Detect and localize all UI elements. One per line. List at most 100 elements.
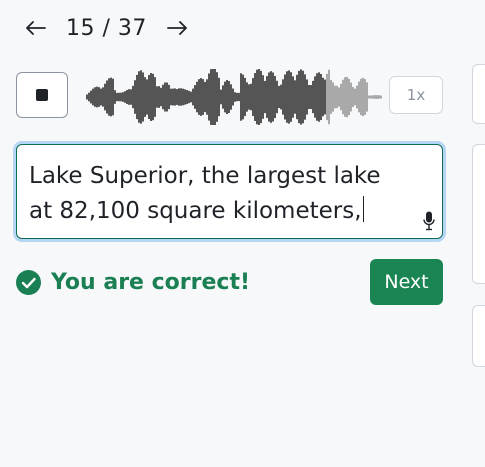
waveform-bar bbox=[284, 74, 286, 120]
waveform-bar bbox=[214, 69, 216, 125]
waveform-bar bbox=[264, 80, 266, 114]
text-caret bbox=[362, 196, 365, 222]
side-panel-card bbox=[472, 144, 485, 284]
waveform-bar bbox=[342, 79, 344, 115]
waveform-bar bbox=[260, 70, 262, 124]
waveform-bar bbox=[228, 81, 230, 113]
waveform-bar bbox=[106, 80, 108, 114]
playback-speed-button[interactable]: 1x bbox=[389, 76, 443, 114]
waveform-bar bbox=[380, 95, 382, 99]
waveform-bar bbox=[240, 73, 242, 121]
waveform-bar bbox=[336, 85, 338, 109]
waveform-bar bbox=[332, 82, 334, 112]
waveform-bar bbox=[182, 88, 184, 106]
waveform-bar bbox=[202, 79, 204, 115]
waveform-bar bbox=[352, 86, 354, 108]
waveform-bar bbox=[194, 85, 196, 109]
waveform-bar bbox=[266, 76, 268, 118]
waveform-bar bbox=[258, 69, 260, 125]
waveform-bar bbox=[302, 70, 304, 124]
waveform-bar bbox=[210, 69, 212, 125]
side-panel-card bbox=[472, 64, 485, 124]
waveform-bar bbox=[98, 87, 100, 107]
waveform-bar bbox=[96, 86, 98, 108]
waveform-bar bbox=[346, 76, 348, 118]
waveform-bar bbox=[92, 88, 94, 106]
waveform-bar bbox=[212, 69, 214, 125]
waveform-bar bbox=[370, 95, 372, 99]
waveform-bar bbox=[238, 92, 240, 102]
waveform-bar bbox=[126, 90, 128, 104]
waveform-bar bbox=[356, 85, 358, 109]
waveform-bar bbox=[204, 81, 206, 113]
waveform-bar bbox=[100, 88, 102, 106]
waveform-bar bbox=[128, 89, 130, 105]
waveform-bar bbox=[234, 92, 236, 102]
waveform-bar bbox=[262, 75, 264, 119]
waveform-bar bbox=[156, 86, 158, 108]
waveform-bar bbox=[358, 81, 360, 113]
result-feedback: You are correct! bbox=[16, 270, 250, 295]
waveform-bar bbox=[338, 87, 340, 107]
waveform-bar bbox=[226, 79, 228, 115]
answer-input[interactable]: Lake Superior, the largest lake at 82,10… bbox=[16, 144, 443, 239]
item-counter: 15 / 37 bbox=[66, 15, 147, 41]
waveform-bar bbox=[206, 79, 208, 115]
waveform-bar bbox=[200, 78, 202, 116]
waveform-bar bbox=[168, 84, 170, 110]
waveform-bar bbox=[86, 94, 88, 100]
waveform-bar bbox=[192, 88, 194, 106]
waveform-bar bbox=[94, 87, 96, 107]
waveform-bar bbox=[296, 74, 298, 120]
waveform-bar bbox=[290, 72, 292, 122]
microphone-icon[interactable] bbox=[423, 207, 435, 231]
waveform-bar bbox=[350, 82, 352, 112]
waveform-bar bbox=[250, 83, 252, 111]
waveform-bar bbox=[160, 87, 162, 107]
waveform-bar bbox=[116, 92, 118, 102]
waveform-bar bbox=[306, 79, 308, 115]
waveform-bar bbox=[208, 73, 210, 121]
stop-button[interactable] bbox=[16, 72, 68, 118]
waveform-bar bbox=[298, 70, 300, 124]
waveform-bar bbox=[196, 81, 198, 113]
waveform-bar bbox=[184, 89, 186, 105]
waveform-bar bbox=[112, 78, 114, 116]
waveform-bar bbox=[154, 77, 156, 117]
waveform-bar bbox=[344, 77, 346, 117]
waveform-bar bbox=[376, 95, 378, 99]
waveform-bar bbox=[232, 88, 234, 106]
arrow-right-icon[interactable] bbox=[163, 14, 191, 42]
waveform-bar bbox=[144, 77, 146, 117]
waveform-bar bbox=[362, 77, 364, 117]
waveform-bar bbox=[90, 90, 92, 104]
waveform-bar bbox=[286, 71, 288, 123]
waveform-bar bbox=[198, 79, 200, 115]
waveform-bar bbox=[130, 89, 132, 105]
next-button[interactable]: Next bbox=[370, 259, 443, 305]
waveform-bar bbox=[136, 74, 138, 120]
waveform-bar bbox=[308, 85, 310, 109]
waveform-bar bbox=[224, 81, 226, 113]
waveform-bar bbox=[164, 82, 166, 112]
audio-waveform[interactable] bbox=[86, 66, 382, 128]
waveform-bar bbox=[374, 95, 376, 99]
waveform-bar bbox=[304, 74, 306, 120]
arrow-left-icon[interactable] bbox=[22, 14, 50, 42]
waveform-bar bbox=[178, 88, 180, 106]
waveform-bar bbox=[254, 73, 256, 121]
waveform-bar bbox=[316, 73, 318, 121]
check-circle-icon bbox=[16, 270, 41, 295]
waveform-bar bbox=[132, 85, 134, 109]
waveform-bar bbox=[318, 72, 320, 122]
waveform-bar bbox=[270, 71, 272, 123]
waveform-bar bbox=[294, 80, 296, 114]
result-message: You are correct! bbox=[51, 270, 250, 295]
waveform-bar bbox=[134, 80, 136, 114]
waveform-bar bbox=[276, 80, 278, 114]
waveform-bar bbox=[222, 85, 224, 109]
waveform-bar bbox=[162, 84, 164, 110]
waveform-bar bbox=[244, 77, 246, 117]
waveform-bar bbox=[274, 75, 276, 119]
side-panel-card bbox=[472, 305, 485, 367]
